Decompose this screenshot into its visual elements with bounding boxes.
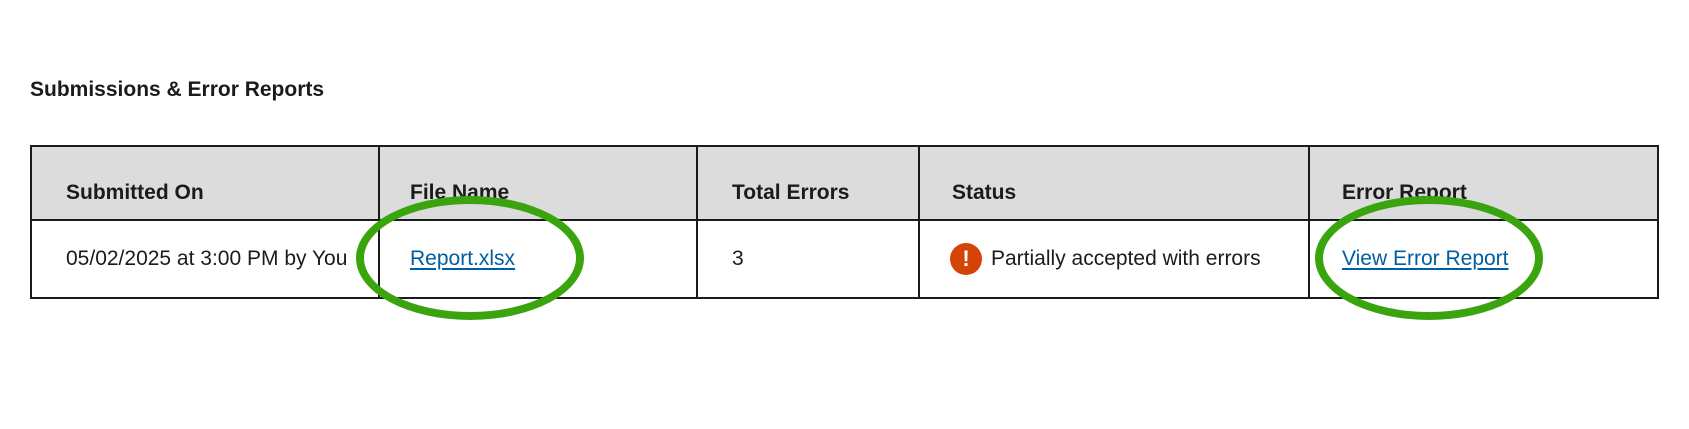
status-indicator: ! Partially accepted with errors <box>950 243 1308 275</box>
header-status: Status <box>918 145 1310 221</box>
table-row: 05/02/2025 at 3:00 PM by You Report.xlsx… <box>30 219 1659 299</box>
submissions-table: Submitted On File Name Total Errors Stat… <box>30 145 1659 299</box>
header-error-report: Error Report <box>1308 145 1659 221</box>
alert-circle-icon: ! <box>950 243 982 275</box>
file-name-link[interactable]: Report.xlsx <box>410 247 515 270</box>
table-header-row: Submitted On File Name Total Errors Stat… <box>30 145 1659 221</box>
view-error-report-link[interactable]: View Error Report <box>1342 247 1509 270</box>
header-total-errors: Total Errors <box>696 145 920 221</box>
section-title: Submissions & Error Reports <box>30 78 325 101</box>
header-submitted-on: Submitted On <box>30 145 380 221</box>
cell-error-report: View Error Report <box>1308 219 1659 299</box>
cell-submitted-on: 05/02/2025 at 3:00 PM by You <box>30 219 380 299</box>
status-text: Partially accepted with errors <box>991 247 1261 270</box>
cell-status: ! Partially accepted with errors <box>918 219 1310 299</box>
cell-total-errors: 3 <box>696 219 920 299</box>
header-file-name: File Name <box>378 145 698 221</box>
cell-file-name: Report.xlsx <box>378 219 698 299</box>
